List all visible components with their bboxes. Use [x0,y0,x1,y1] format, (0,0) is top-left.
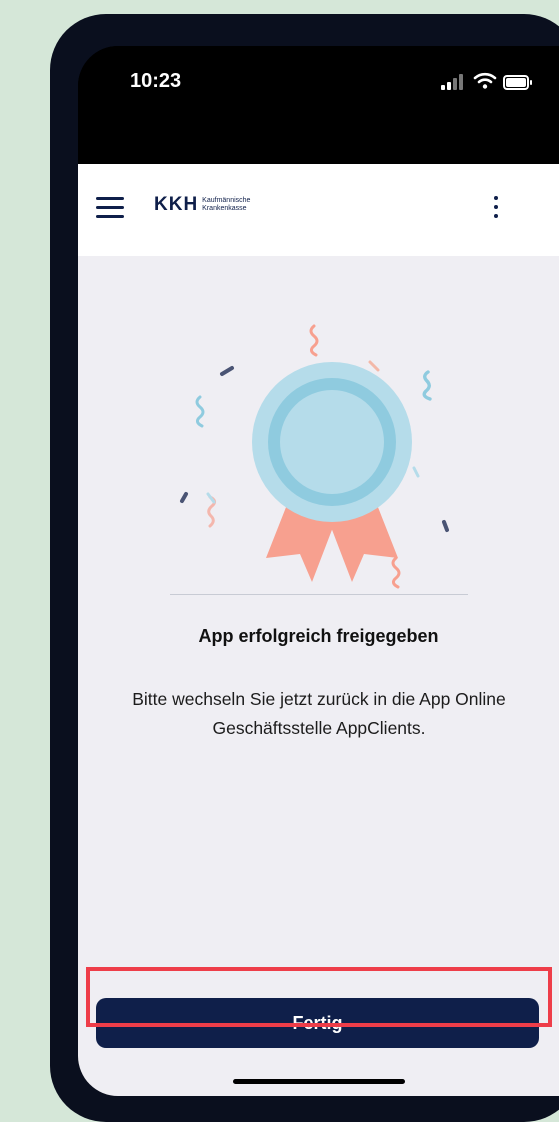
divider [170,594,468,595]
instruction-line2: Geschäftsstelle AppClients. [212,718,426,738]
logo-subtitle-line1: Kaufmännische [202,197,251,204]
logo-subtitle: Kaufmännische Krankenkasse [202,197,250,213]
medal-illustration [180,324,449,589]
status-bar: 10:23 [78,46,559,164]
success-heading: App erfolgreich freigegeben [198,626,439,646]
kkh-logo: KKH Kaufmännische Krankenkasse [154,194,250,216]
highlight-annotation [86,967,552,1027]
logo-subtitle-line2: Krankenkasse [202,205,247,212]
instruction-text: Bitte wechseln Sie jetzt zurück in die A… [80,685,558,743]
hamburger-menu-icon[interactable] [96,197,126,221]
wifi-icon [473,72,497,89]
app-screen: 10:23 KKH Kaufmännische Krankenkasse App… [78,46,559,1096]
battery-icon [503,75,532,90]
more-options-icon[interactable] [493,194,499,220]
instruction-line1: Bitte wechseln Sie jetzt zurück in die A… [132,689,506,709]
status-icons [441,70,532,94]
signal-icon [441,74,463,90]
app-header: KKH Kaufmännische Krankenkasse [78,164,559,256]
logo-mark: KKH [154,194,199,215]
status-time: 10:23 [130,70,182,92]
home-indicator [233,1079,405,1084]
